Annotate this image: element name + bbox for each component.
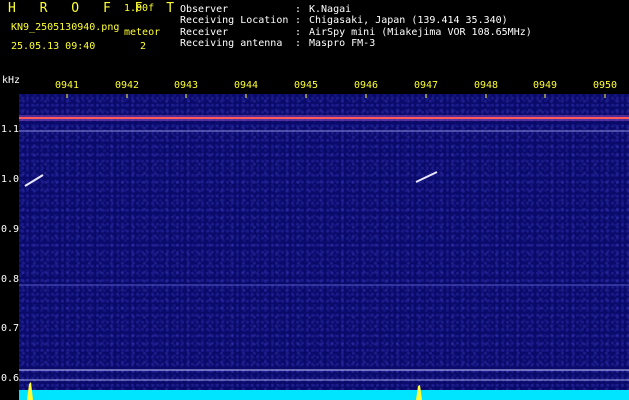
- meteor-echo: [415, 171, 438, 183]
- meta-colon: :: [295, 38, 302, 49]
- file-name: KN9_2505130940.png: [11, 22, 120, 33]
- meteor-echo: [24, 174, 44, 187]
- time-tick: 0944: [233, 80, 259, 91]
- freq-tick: 1.1: [1, 124, 20, 135]
- meta-value: AirSpy mini (Miakejima VOR 108.65MHz): [309, 27, 532, 38]
- time-tick: 0948: [473, 80, 499, 91]
- freq-tick: 0.8: [1, 274, 20, 285]
- meteor-label: meteor: [124, 27, 161, 38]
- time-tick: 0946: [353, 80, 379, 91]
- time-tick: 0945: [293, 80, 319, 91]
- spectrogram[interactable]: [19, 94, 629, 400]
- app-title: H R O F F T: [8, 1, 183, 16]
- spectrogram-overlay: [19, 94, 629, 400]
- freq-tick: 0.7: [1, 323, 20, 334]
- date-time: 25.05.13 09:40: [11, 41, 96, 52]
- y-axis-unit: kHz: [2, 75, 21, 86]
- time-tick: 0943: [173, 80, 199, 91]
- freq-tick: 0.9: [1, 224, 20, 235]
- meta-colon: :: [295, 15, 302, 26]
- time-tick: 0941: [54, 80, 80, 91]
- meteor-count: 2: [140, 41, 147, 52]
- meta-label: Receiving antenna: [180, 38, 283, 49]
- meta-label: Receiving Location: [180, 15, 289, 26]
- version-label: 1.00f: [124, 3, 155, 14]
- meta-value: Chigasaki, Japan (139.414 35.340): [309, 15, 508, 26]
- time-axis: 0941 0942 0943 0944 0945 0946 0947 0948 …: [19, 80, 629, 94]
- time-tick: 0947: [413, 80, 439, 91]
- meta-antenna: Receiving antenna: Maspro FM-3: [180, 38, 375, 50]
- freq-tick: 1.0: [1, 174, 20, 185]
- meta-value: Maspro FM-3: [309, 38, 376, 49]
- time-tick: 0949: [532, 80, 558, 91]
- meta-value: K.Nagai: [309, 4, 352, 15]
- meta-location: Receiving Location: Chigasaki, Japan (139…: [180, 15, 508, 27]
- time-tick: 0942: [114, 80, 140, 91]
- freq-tick: 0.6: [1, 373, 20, 384]
- time-tick: 0950: [592, 80, 618, 91]
- power-baseline: [19, 390, 629, 400]
